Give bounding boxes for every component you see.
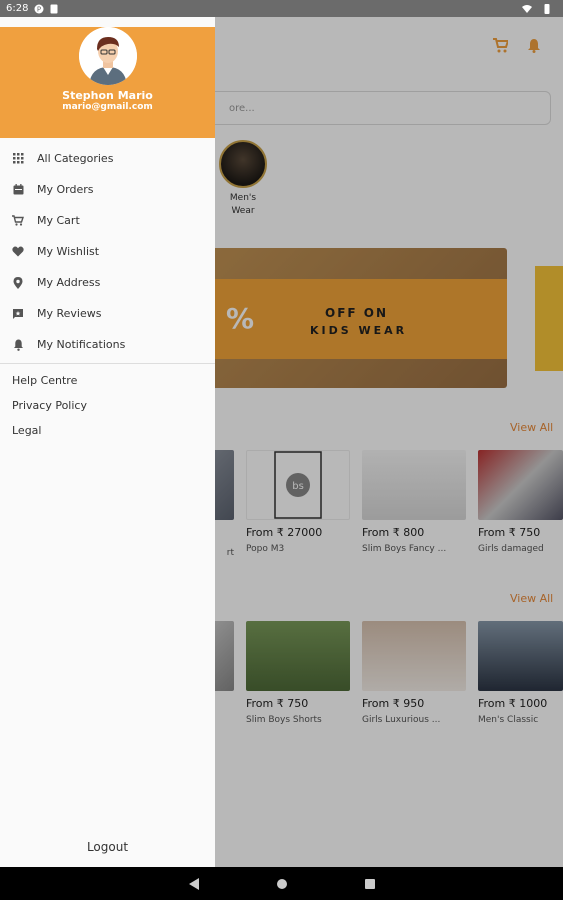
bell-icon — [12, 339, 24, 351]
menu-item-my-notifications[interactable]: My Notifications — [0, 329, 215, 360]
menu-item-label: My Cart — [37, 214, 80, 227]
menu-item-my-cart[interactable]: My Cart — [0, 205, 215, 236]
menu-item-label: My Wishlist — [37, 245, 100, 258]
cart-icon — [12, 215, 24, 227]
menu-item-my-reviews[interactable]: My Reviews — [0, 298, 215, 329]
review-icon — [12, 308, 24, 320]
logout-button[interactable]: Logout — [0, 840, 215, 854]
legal-link[interactable]: Legal — [0, 418, 215, 443]
location-icon — [12, 276, 24, 289]
menu-item-my-address[interactable]: My Address — [0, 267, 215, 298]
menu-item-my-orders[interactable]: My Orders — [0, 174, 215, 205]
help-centre-link[interactable]: Help Centre — [0, 368, 215, 393]
user-name: Stephon Mario — [62, 89, 153, 102]
menu-item-label: All Categories — [37, 152, 114, 165]
wifi-icon — [522, 4, 532, 13]
heart-icon — [12, 246, 24, 258]
user-email: mario@gmail.com — [62, 102, 153, 112]
avatar[interactable] — [78, 27, 137, 85]
menu-item-label: My Orders — [37, 183, 94, 196]
drawer-header: Stephon Mario mario@gmail.com — [0, 27, 215, 138]
app-notification-icon: P — [34, 4, 44, 13]
menu-item-label: My Reviews — [37, 307, 102, 320]
drawer-menu: All Categories My Orders My Cart My Wish… — [0, 138, 215, 360]
menu-item-all-categories[interactable]: All Categories — [0, 143, 215, 174]
recents-icon[interactable] — [364, 878, 375, 889]
svg-text:P: P — [37, 5, 41, 13]
privacy-policy-link[interactable]: Privacy Policy — [0, 393, 215, 418]
status-time: 6:28 — [6, 3, 29, 14]
menu-item-label: My Notifications — [37, 338, 126, 351]
system-navigation-bar — [0, 867, 563, 900]
navigation-drawer: Stephon Mario mario@gmail.com All Catego… — [0, 17, 215, 867]
menu-item-label: My Address — [37, 276, 101, 289]
screen: 6:28 P ore... Men's Wear % OFF ON KIDS W… — [0, 0, 563, 900]
drawer-links: Help Centre Privacy Policy Legal — [0, 364, 215, 443]
status-bar: 6:28 P — [0, 0, 563, 17]
back-icon[interactable] — [188, 877, 199, 890]
sim-icon — [50, 4, 58, 13]
grid-icon — [12, 153, 24, 165]
home-icon[interactable] — [276, 878, 287, 889]
battery-icon — [544, 3, 550, 14]
menu-item-my-wishlist[interactable]: My Wishlist — [0, 236, 215, 267]
calendar-icon — [12, 184, 24, 196]
